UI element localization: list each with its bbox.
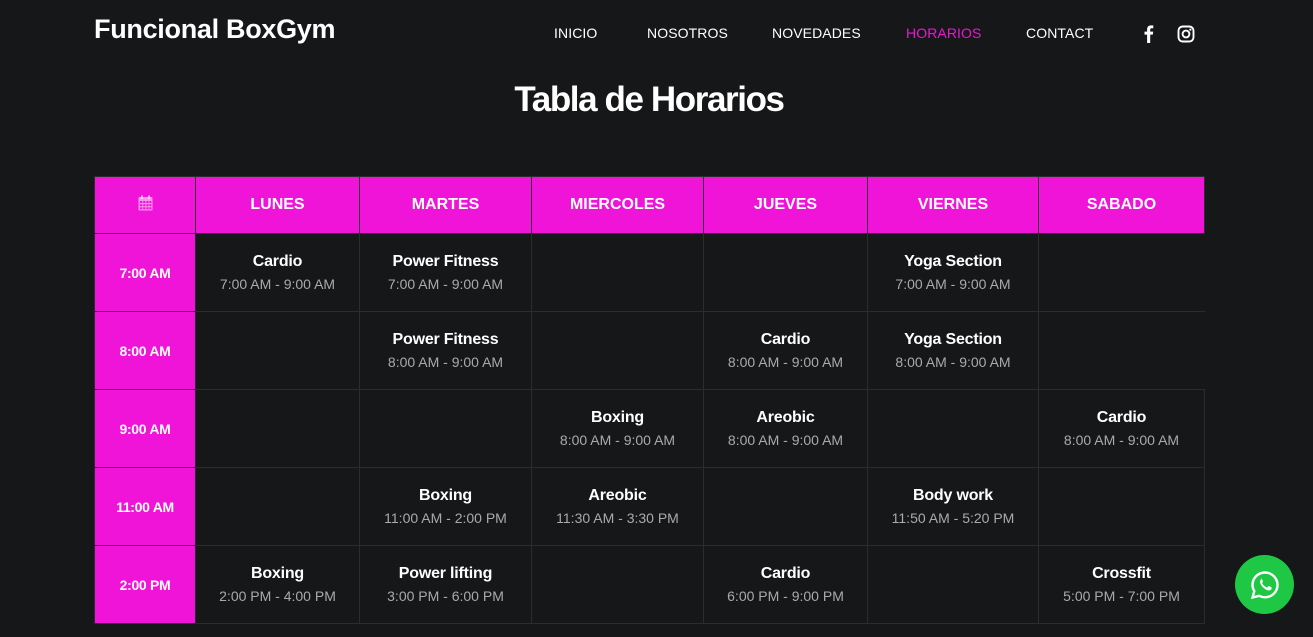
facebook-icon[interactable] bbox=[1139, 24, 1159, 44]
nav-item-horarios[interactable]: HORARIOS bbox=[906, 25, 981, 41]
empty-cell bbox=[703, 467, 868, 546]
class-cell-jueves: Areobic 8:00 AM - 9:00 AM bbox=[703, 389, 868, 468]
time-slot-label: 11:00 AM bbox=[94, 467, 196, 546]
instagram-icon[interactable] bbox=[1176, 24, 1196, 44]
empty-cell bbox=[867, 389, 1039, 468]
day-header-lunes: LUNES bbox=[195, 176, 360, 234]
day-header-miercoles: MIERCOLES bbox=[531, 176, 704, 234]
nav-item-contact[interactable]: CONTACT bbox=[1026, 25, 1093, 41]
class-name: Crossfit bbox=[1092, 564, 1151, 582]
class-time: 8:00 AM - 9:00 AM bbox=[559, 431, 676, 448]
time-slot-label: 2:00 PM bbox=[94, 545, 196, 624]
class-name: Cardio bbox=[1096, 408, 1147, 426]
class-time: 7:00 AM - 9:00 AM bbox=[387, 275, 504, 292]
class-time: 8:00 AM - 9:00 AM bbox=[1063, 431, 1180, 448]
class-name: Boxing bbox=[418, 486, 473, 504]
time-slot-label: 8:00 AM bbox=[94, 311, 196, 390]
schedule-row: 11:00 AM Boxing 11:00 AM - 2:00 PM Areobic 1… bbox=[94, 467, 1205, 546]
schedule-row: 2:00 PM Boxing 2:00 PM - 4:00 PM Power lift… bbox=[94, 545, 1205, 624]
class-name: Cardio bbox=[760, 330, 811, 348]
class-name: Cardio bbox=[760, 564, 811, 582]
class-time: 11:50 AM - 5:20 PM bbox=[891, 509, 1015, 526]
class-name: Power lifting bbox=[398, 564, 493, 582]
empty-cell bbox=[1038, 233, 1205, 312]
schedule-row: 8:00 AM Power Fitness 8:00 AM - 9:00 AM Car… bbox=[94, 311, 1205, 390]
brand-logo[interactable]: Funcional BoxGym bbox=[94, 14, 336, 45]
empty-cell bbox=[531, 311, 704, 390]
class-time: 8:00 AM - 9:00 AM bbox=[387, 353, 504, 370]
class-time: 6:00 PM - 9:00 PM bbox=[727, 587, 844, 604]
class-cell-jueves: Cardio 8:00 AM - 9:00 AM bbox=[703, 311, 868, 390]
whatsapp-icon bbox=[1249, 569, 1281, 601]
whatsapp-button[interactable] bbox=[1235, 555, 1294, 614]
class-name: Areobic bbox=[588, 486, 647, 504]
nav-item-novedades[interactable]: NOVEDADES bbox=[772, 25, 861, 41]
class-name: Body work bbox=[913, 486, 993, 504]
empty-cell bbox=[531, 233, 704, 312]
day-header-sabado: SABADO bbox=[1038, 176, 1205, 234]
class-name: Areobic bbox=[756, 408, 815, 426]
schedule-table: LUNES MARTES MIERCOLES JUEVES VIERNES SA… bbox=[94, 176, 1205, 624]
schedule-row: 7:00 AM Cardio 7:00 AM - 9:00 AM Power Fitn… bbox=[94, 233, 1205, 312]
page-title: Tabla de Horarios bbox=[514, 80, 785, 119]
time-slot-label: 7:00 AM bbox=[94, 233, 196, 312]
class-time: 5:00 PM - 7:00 PM bbox=[1063, 587, 1180, 604]
class-cell-miercoles: Boxing 8:00 AM - 9:00 AM bbox=[531, 389, 704, 468]
class-cell-sabado: Cardio 8:00 AM - 9:00 AM bbox=[1038, 389, 1205, 468]
class-time: 8:00 AM - 9:00 AM bbox=[727, 431, 844, 448]
class-cell-sabado: Crossfit 5:00 PM - 7:00 PM bbox=[1038, 545, 1205, 624]
empty-cell bbox=[1038, 311, 1205, 390]
nav-item-nosotros[interactable]: NOSOTROS bbox=[647, 25, 728, 41]
empty-cell bbox=[195, 311, 360, 390]
empty-cell bbox=[867, 545, 1039, 624]
class-time: 11:00 AM - 2:00 PM bbox=[384, 509, 507, 526]
class-cell-viernes: Body work 11:50 AM - 5:20 PM bbox=[867, 467, 1039, 546]
class-time: 2:00 PM - 4:00 PM bbox=[219, 587, 336, 604]
class-name: Cardio bbox=[252, 252, 303, 270]
class-name: Yoga Section bbox=[904, 252, 1002, 270]
day-header-jueves: JUEVES bbox=[703, 176, 868, 234]
class-time: 11:30 AM - 3:30 PM bbox=[556, 509, 679, 526]
empty-cell bbox=[195, 389, 360, 468]
class-name: Boxing bbox=[250, 564, 305, 582]
class-name: Power Fitness bbox=[392, 330, 499, 348]
class-cell-miercoles: Areobic 11:30 AM - 3:30 PM bbox=[531, 467, 704, 546]
class-cell-viernes: Yoga Section 8:00 AM - 9:00 AM bbox=[867, 311, 1039, 390]
class-name: Yoga Section bbox=[904, 330, 1002, 348]
class-time: 7:00 AM - 9:00 AM bbox=[895, 275, 1011, 292]
class-name: Power Fitness bbox=[392, 252, 499, 270]
class-cell-lunes: Boxing 2:00 PM - 4:00 PM bbox=[195, 545, 360, 624]
day-header-viernes: VIERNES bbox=[867, 176, 1039, 234]
class-time: 3:00 PM - 6:00 PM bbox=[387, 587, 504, 604]
day-header-martes: MARTES bbox=[359, 176, 532, 234]
empty-cell bbox=[195, 467, 360, 546]
empty-cell bbox=[1038, 467, 1205, 546]
calendar-icon bbox=[138, 195, 153, 216]
class-cell-martes: Power Fitness 8:00 AM - 9:00 AM bbox=[359, 311, 532, 390]
empty-cell bbox=[359, 389, 532, 468]
schedule-corner bbox=[94, 176, 196, 234]
class-cell-jueves: Cardio 6:00 PM - 9:00 PM bbox=[703, 545, 868, 624]
class-time: 8:00 AM - 9:00 AM bbox=[895, 353, 1011, 370]
class-cell-martes: Boxing 11:00 AM - 2:00 PM bbox=[359, 467, 532, 546]
class-name: Boxing bbox=[590, 408, 645, 426]
nav-item-inicio[interactable]: INICIO bbox=[554, 25, 597, 41]
site-header: Funcional BoxGym INICIO NOSOTROS NOVEDAD… bbox=[0, 0, 1313, 66]
schedule-row: 9:00 AM Boxing 8:00 AM - 9:00 AM Areobic 8:0… bbox=[94, 389, 1205, 468]
class-cell-viernes: Yoga Section 7:00 AM - 9:00 AM bbox=[867, 233, 1039, 312]
class-time: 8:00 AM - 9:00 AM bbox=[727, 353, 844, 370]
time-slot-label: 9:00 AM bbox=[94, 389, 196, 468]
schedule-header-row: LUNES MARTES MIERCOLES JUEVES VIERNES SA… bbox=[94, 176, 1205, 234]
class-cell-lunes: Cardio 7:00 AM - 9:00 AM bbox=[195, 233, 360, 312]
class-cell-martes: Power Fitness 7:00 AM - 9:00 AM bbox=[359, 233, 532, 312]
class-cell-martes: Power lifting 3:00 PM - 6:00 PM bbox=[359, 545, 532, 624]
empty-cell bbox=[703, 233, 868, 312]
empty-cell bbox=[531, 545, 704, 624]
class-time: 7:00 AM - 9:00 AM bbox=[219, 275, 336, 292]
